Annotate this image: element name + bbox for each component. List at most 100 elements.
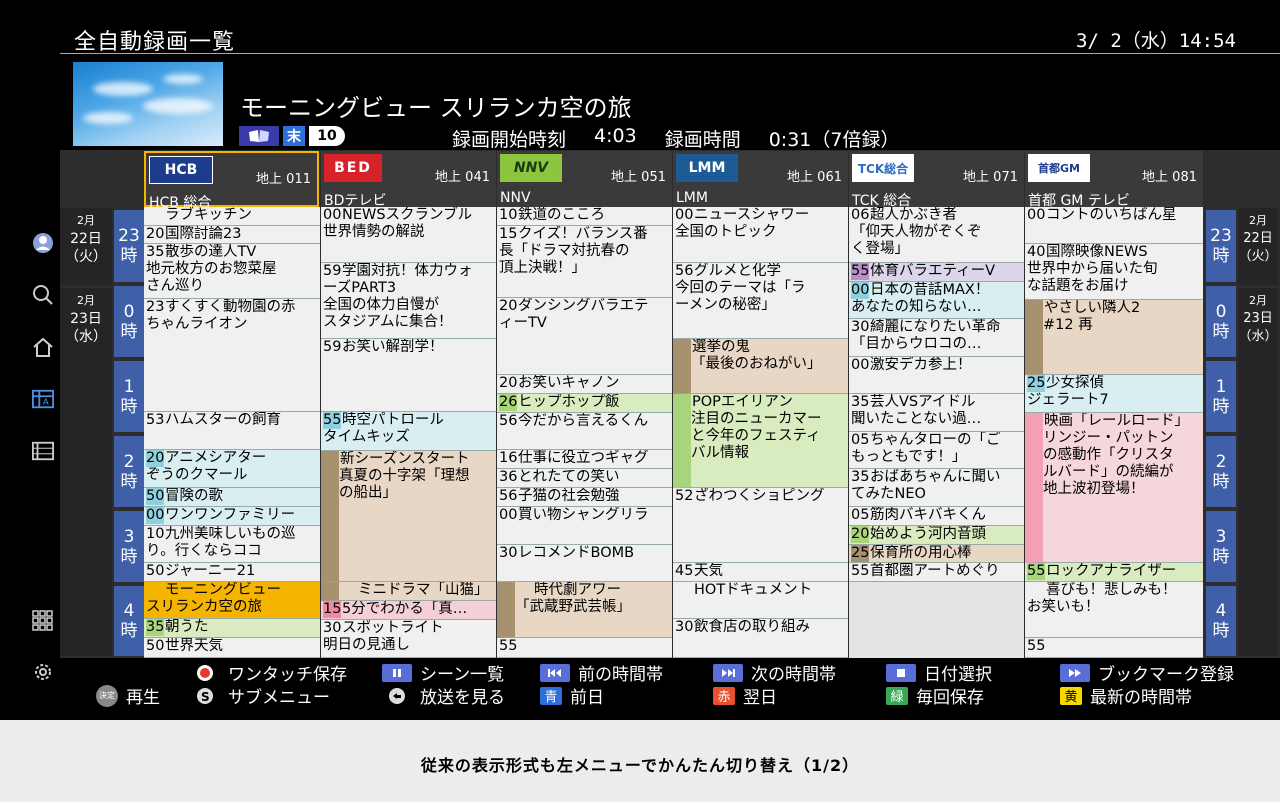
program-cell[interactable]: 35朝うた [144, 619, 320, 638]
program-cell[interactable]: 00激安デカ参上！ [849, 357, 1024, 394]
red-key: 赤 [713, 686, 735, 705]
program-cell[interactable]: 55時空パトロール タイムキッズ [321, 412, 496, 451]
program-cell[interactable]: 喜びも！悲しみも！ お笑いも！ [1025, 582, 1203, 638]
program-cell[interactable]: 30飲食店の取り組み [673, 619, 848, 658]
channel-number: 地上 071 [963, 170, 1018, 185]
ok-icon: 決定 [96, 684, 118, 707]
channel-column: ラブキッチン 20国際討論23 35散歩の達人TV 地元枚方のお惣菜屋 さん巡り… [144, 207, 320, 658]
program-cell[interactable]: ミニドラマ「山猫」 [321, 582, 496, 601]
program-cell[interactable]: 50冒険の歌 [144, 488, 320, 507]
program-cell[interactable]: HOTドキュメント [673, 582, 848, 619]
program-cell[interactable]: 35散歩の達人TV 地元枚方のお惣菜屋 さん巡り [144, 244, 320, 299]
channel-header[interactable]: 首都GM 地上 081 首都 GM テレビ [1025, 151, 1203, 209]
program-cell[interactable]: 00ワンワンファミリー [144, 507, 320, 526]
yellow-key: 黄 [1060, 686, 1082, 705]
program-cell[interactable]: 52ざわつくショピング [673, 488, 848, 563]
program-cell[interactable]: 55 [1025, 638, 1203, 658]
program-cell[interactable]: 00コントのいちばん星 [1025, 207, 1203, 244]
program-grid: 2月 22日 （火） 2月 23日 （水） 23 時 0時 1時 2時 3時 4時 23 時… [60, 150, 1280, 658]
legend-item: 放送を見る [382, 683, 505, 708]
program-cell[interactable]: 55首都圏アートめぐり [849, 563, 1024, 582]
channel-header[interactable]: LMM 地上 061 LMM [673, 151, 848, 207]
program-cell[interactable]: 00NEWSスクランブル 世界情勢の解説 [321, 207, 496, 263]
program-cell[interactable]: 20アニメシアター ぞうのクマール [144, 450, 320, 488]
program-cell-empty[interactable] [849, 582, 1024, 658]
program-badges: 末 10 [239, 126, 345, 146]
user-icon[interactable] [32, 232, 54, 254]
record-icon [190, 664, 220, 682]
program-cell[interactable]: 06超人かぶき者 「仰天人物がぞくぞ く登場」 [849, 207, 1024, 263]
channel-number: 地上 061 [787, 170, 842, 185]
program-cell[interactable]: 20国際討論23 [144, 226, 320, 244]
svg-text:A: A [43, 397, 49, 407]
channel-header[interactable]: TCK総合 地上 071 TCK 総合 [849, 151, 1024, 209]
apps-grid-icon[interactable] [32, 610, 54, 632]
program-cell[interactable]: 25保育所の用心棒 [849, 545, 1024, 563]
program-cell[interactable]: 25新シーズンスタート 真夏の十字架「理想 の船出」 [321, 451, 496, 582]
legend-item: シーン一覧 [382, 660, 504, 685]
program-cell[interactable]: 55ロックアナライザー [1025, 563, 1203, 582]
channel-number: 地上 081 [1142, 170, 1197, 185]
home-icon[interactable] [32, 336, 54, 358]
program-cell[interactable]: 16仕事に役立つギャグ [497, 450, 672, 469]
channel-header[interactable]: NNV 地上 051 NNV [497, 151, 672, 207]
program-cell[interactable]: 23すくすく動物園の赤 ちゃんライオン [144, 299, 320, 412]
program-cell[interactable]: 20始めよう河内音頭 [849, 526, 1024, 545]
program-cell-selected[interactable]: モーニングビュー スリランカ空の旅 [144, 582, 320, 619]
hour-label: 23 時 [114, 210, 144, 282]
program-cell[interactable]: 25やさしい隣人2 #12 再 [1025, 300, 1203, 375]
legend-item: 黄 最新の時間帯 [1060, 683, 1192, 708]
legend-item: 決定 再生 [96, 683, 160, 708]
program-cell[interactable]: 35おばあちゃんに聞い てみたNEO [849, 469, 1024, 507]
program-cell[interactable]: 05筋肉バキバキくん [849, 507, 1024, 526]
program-cell[interactable]: 45天気 [673, 563, 848, 582]
program-cell[interactable]: 55体育バラエティーV [849, 263, 1024, 282]
program-cell[interactable]: 30レコメンドBOMB [497, 545, 672, 582]
program-cell[interactable]: ラブキッチン [144, 207, 320, 226]
program-cell[interactable]: 155分でわかる「真… [321, 601, 496, 620]
program-cell[interactable]: 56子猫の社会勉強 [497, 488, 672, 507]
channel-header[interactable]: HCB 地上 011 HCB 総合 [144, 151, 319, 211]
program-cell[interactable]: 25少女探偵 ジェラート7 [1025, 375, 1203, 413]
program-cell[interactable]: 35芸人VSアイドル 聞いたことない過… [849, 394, 1024, 432]
program-cell[interactable]: 36とれたての笑い [497, 469, 672, 488]
hour-label: 0時 [1206, 286, 1236, 357]
program-cell[interactable]: 50世界天気 [144, 638, 320, 658]
program-cell[interactable]: 53ハムスターの飼育 [144, 412, 320, 450]
program-cell[interactable]: 00ニュースシャワー 全国のトピック [673, 207, 848, 263]
channel-header[interactable]: BED 地上 041 BDテレビ [321, 151, 496, 209]
program-cell[interactable]: 15クイズ！バランス番 長「ドラマ対抗春の 頂上決戦！」 [497, 226, 672, 298]
program-cell[interactable]: 時代劇アワー 「武蔵野武芸帳」 [497, 582, 672, 638]
program-cell[interactable]: 55 [497, 638, 672, 658]
program-cell[interactable]: 56今だから言えるくん [497, 413, 672, 450]
program-cell[interactable]: 00日本の昔話MAX！ あなたの知らない… [849, 282, 1024, 319]
program-cell[interactable]: 30綺麗になりたい革命 「目からウロコの… [849, 319, 1024, 357]
hour-label: 4時 [114, 586, 144, 656]
program-cell[interactable]: 50ジャーニー21 [144, 563, 320, 582]
program-cell[interactable]: 05ちゃんタローの「ご もっともです！」 [849, 432, 1024, 469]
program-cell[interactable]: 58選挙の鬼 「最後のおねがい」 [673, 339, 848, 394]
program-cell[interactable]: 20ダンシングバラエテ ィーTV [497, 298, 672, 375]
program-cell[interactable]: 26ヒップホップ飯 [497, 394, 672, 413]
program-cell[interactable]: 59学園対抗！体力ウォ ーズPART3 全国の体力自慢が スタジアムに集合！ [321, 263, 496, 339]
program-cell[interactable]: 30スポットライト 明日の見通し [321, 620, 496, 658]
program-list-icon[interactable]: A [32, 388, 54, 410]
program-cell[interactable]: 35POPエイリアン 注目のニューカマー と今年のフェスティ バル情報 [673, 394, 848, 488]
caption: 従来の表示形式も左メニューでかんたん切り替え（1/2） [420, 756, 860, 775]
date-label: 2月 23日 （水） [60, 288, 112, 656]
settings-gear-icon[interactable] [32, 661, 54, 683]
program-cell[interactable]: 55映画「レールロード」 リンジー・パットン の感動作「クリスタ ルバード」の続… [1025, 413, 1203, 563]
legend-item: 次の時間帯 [713, 660, 836, 685]
program-cell[interactable]: 10鉄道のこころ [497, 207, 672, 226]
program-cell[interactable]: 10九州美味しいもの巡 り。行くならココ [144, 526, 320, 563]
program-cell[interactable]: 40国際映像NEWS 世界中から届いた旬 な話題をお届け [1025, 244, 1203, 300]
program-cell[interactable]: 59お笑い解剖学！ [321, 339, 496, 412]
pause-icon [382, 663, 412, 682]
hour-label: 3時 [114, 511, 144, 582]
recordings-icon[interactable] [32, 440, 54, 462]
legend-item: 日付選択 [886, 660, 992, 685]
program-cell[interactable]: 56グルメと化学 今回のテーマは「ラ ーメンの秘密」 [673, 263, 848, 339]
search-icon[interactable] [32, 284, 54, 306]
program-cell[interactable]: 20お笑いキャノン [497, 375, 672, 394]
program-cell[interactable]: 00買い物シャングリラ [497, 507, 672, 545]
